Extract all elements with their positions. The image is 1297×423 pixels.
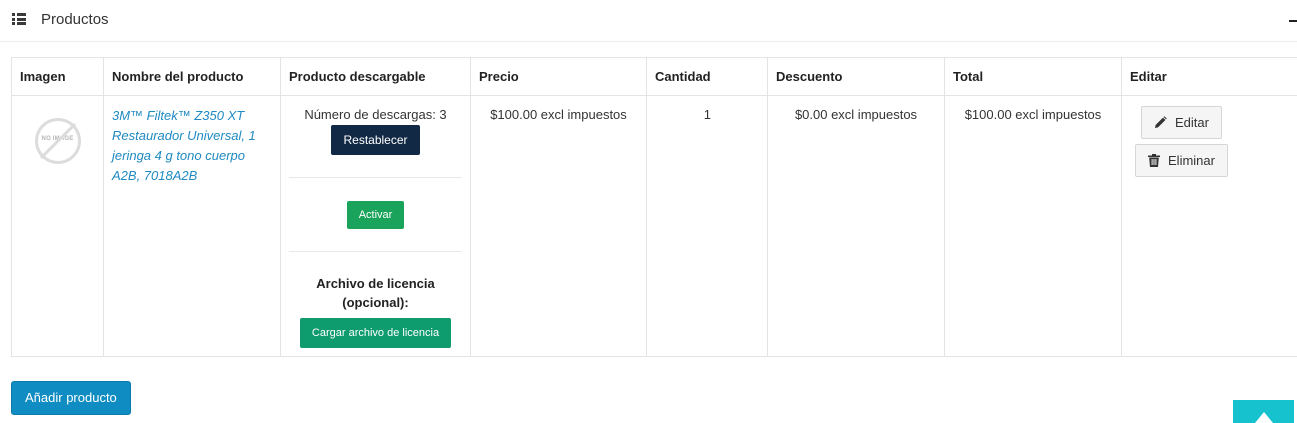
upload-license-button[interactable]: Cargar archivo de licencia — [299, 318, 452, 348]
downloadable-cell: Número de descargas: 3 Restablecer Activ… — [280, 95, 471, 357]
minus-icon[interactable] — [1289, 20, 1297, 22]
table-header-row: Imagen Nombre del producto Producto desc… — [11, 57, 1297, 96]
chevron-up-icon — [1255, 412, 1273, 423]
edit-button[interactable]: Editar — [1141, 106, 1222, 139]
column-header-downloadable: Producto descargable — [280, 57, 471, 96]
discount-cell: $0.00 excl impuestos — [767, 95, 945, 357]
reset-button[interactable]: Restablecer — [331, 125, 420, 155]
column-header-discount: Descuento — [767, 57, 945, 96]
quantity-cell: 1 — [646, 95, 768, 357]
column-header-total: Total — [944, 57, 1122, 96]
divider — [289, 251, 462, 252]
add-product-button[interactable]: Añadir producto — [11, 381, 131, 415]
license-label: Archivo de licencia (opcional): — [316, 276, 435, 310]
list-icon — [12, 13, 26, 25]
edit-cell: Editar Eliminar — [1121, 95, 1297, 357]
trash-icon — [1148, 154, 1161, 167]
column-header-price: Precio — [470, 57, 647, 96]
product-name-cell: 3M™ Filtek™ Z350 XT Restaurador Universa… — [103, 95, 281, 357]
no-image-placeholder: NO IMAGE — [34, 118, 81, 164]
download-count: Número de descargas: 3 — [304, 107, 447, 122]
delete-button[interactable]: Eliminar — [1135, 144, 1228, 177]
price-cell: $100.00 excl impuestos — [470, 95, 647, 357]
column-header-image: Imagen — [11, 57, 104, 96]
delete-button-label: Eliminar — [1168, 153, 1215, 168]
activate-button[interactable]: Activar — [346, 201, 405, 229]
products-table: Imagen Nombre del producto Producto desc… — [11, 57, 1297, 357]
product-name-link[interactable]: 3M™ Filtek™ Z350 XT Restaurador Universa… — [104, 96, 280, 186]
column-header-edit: Editar — [1121, 57, 1297, 96]
pencil-icon — [1155, 116, 1167, 128]
column-header-product-name: Nombre del producto — [103, 57, 281, 96]
back-to-top-button[interactable] — [1233, 400, 1294, 423]
image-cell: NO IMAGE — [11, 95, 104, 357]
column-header-quantity: Cantidad — [646, 57, 768, 96]
panel-header: Productos — [0, 0, 1297, 42]
table-row: NO IMAGE 3M™ Filtek™ Z350 XT Restaurador… — [11, 95, 1297, 357]
no-image-text: NO IMAGE — [41, 136, 74, 142]
edit-button-label: Editar — [1175, 115, 1209, 130]
panel-title: Productos — [41, 11, 109, 28]
